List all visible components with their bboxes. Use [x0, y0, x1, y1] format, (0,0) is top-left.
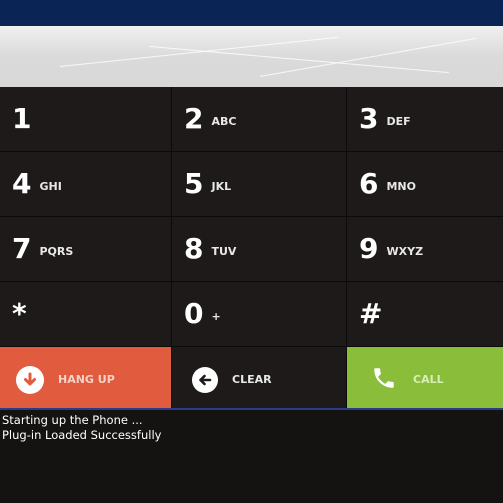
- key-0[interactable]: 0 +: [172, 282, 346, 346]
- dial-keypad: 1 2 ABC 3 DEF 4 GHI 5 JKL 6 MNO 7 PQRS 8…: [0, 87, 503, 412]
- key-digit: 6: [359, 167, 379, 200]
- key-7[interactable]: 7 PQRS: [0, 217, 171, 281]
- key-digit: 2: [184, 102, 204, 135]
- key-letters: +: [211, 309, 221, 323]
- number-display: [0, 26, 503, 87]
- key-digit: 8: [184, 232, 204, 265]
- key-1[interactable]: 1: [0, 87, 171, 151]
- arrow-down-circle-icon: [16, 365, 44, 394]
- key-letters: TUV: [211, 244, 237, 258]
- key-hash[interactable]: #: [347, 282, 503, 346]
- key-2[interactable]: 2 ABC: [172, 87, 346, 151]
- key-letters: MNO: [386, 179, 416, 193]
- key-digit: 5: [184, 167, 204, 200]
- key-digit: 0: [184, 297, 204, 330]
- hang-up-button[interactable]: HANG UP: [0, 347, 171, 412]
- key-digit: *: [12, 297, 27, 330]
- clear-label: CLEAR: [232, 373, 272, 386]
- key-letters: ABC: [211, 114, 237, 128]
- log-line: Starting up the Phone ...: [2, 413, 143, 427]
- key-letters: WXYZ: [386, 244, 424, 258]
- display-texture: [59, 36, 339, 67]
- status-log: Starting up the Phone ... Plug-in Loaded…: [0, 410, 503, 503]
- key-4[interactable]: 4 GHI: [0, 152, 171, 216]
- key-6[interactable]: 6 MNO: [347, 152, 503, 216]
- key-5[interactable]: 5 JKL: [172, 152, 346, 216]
- key-8[interactable]: 8 TUV: [172, 217, 346, 281]
- key-digit: 7: [12, 232, 32, 265]
- key-letters: GHI: [39, 179, 62, 193]
- arrow-left-circle-icon: [192, 366, 218, 393]
- key-letters: DEF: [386, 114, 411, 128]
- phone-handset-icon: [371, 365, 397, 395]
- key-letters: PQRS: [39, 244, 74, 258]
- call-label: CALL: [413, 373, 444, 386]
- key-star[interactable]: *: [0, 282, 171, 346]
- call-button[interactable]: CALL: [347, 347, 503, 412]
- key-digit: 1: [12, 102, 32, 135]
- key-digit: 3: [359, 102, 379, 135]
- key-digit: 9: [359, 232, 379, 265]
- key-letters: JKL: [211, 179, 232, 193]
- hang-up-label: HANG UP: [58, 373, 115, 386]
- log-line: Plug-in Loaded Successfully: [2, 428, 162, 442]
- title-bar: [0, 0, 503, 26]
- clear-button[interactable]: CLEAR: [172, 347, 346, 412]
- key-digit: 4: [12, 167, 32, 200]
- key-3[interactable]: 3 DEF: [347, 87, 503, 151]
- key-digit: #: [359, 297, 383, 330]
- key-9[interactable]: 9 WXYZ: [347, 217, 503, 281]
